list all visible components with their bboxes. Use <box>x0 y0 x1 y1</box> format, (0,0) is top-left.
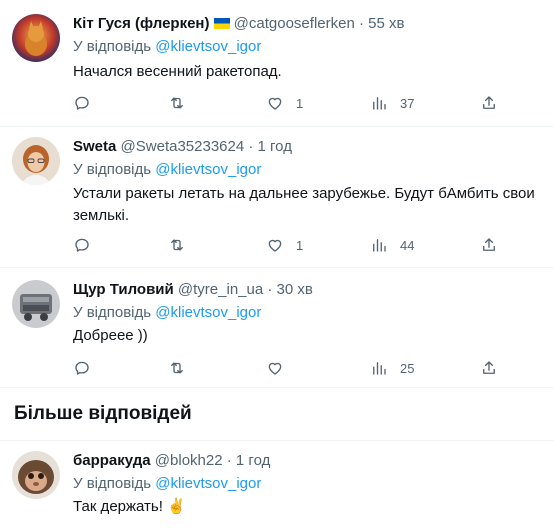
timestamp[interactable]: 55 хв <box>368 15 404 32</box>
share-button[interactable] <box>480 93 498 113</box>
tweet-actions: 1 44 <box>73 235 503 255</box>
like-count: 1 <box>296 237 304 253</box>
avatar[interactable] <box>12 137 60 185</box>
retweet-icon <box>171 362 183 374</box>
more-replies-heading: Більше відповідей <box>14 403 192 424</box>
views-button[interactable]: 37 <box>370 93 414 113</box>
tweet[interactable]: Sweta @Sweta35233624 · 1 год У відповідь… <box>0 127 554 268</box>
views-count: 44 <box>400 237 415 253</box>
views-button[interactable]: 25 <box>370 358 414 378</box>
reply-button[interactable] <box>73 358 91 378</box>
retweet-button[interactable] <box>168 93 186 113</box>
reply-prefix: У відповідь <box>73 304 152 321</box>
like-icon <box>268 239 282 252</box>
share-button[interactable] <box>480 358 498 378</box>
reply-prefix: У відповідь <box>73 475 152 492</box>
tweet-text: Начался весенний ракетопад. <box>73 63 282 80</box>
author-name[interactable]: Кіт Гуся (флеркен) <box>73 15 210 32</box>
separator-dot: · <box>267 281 273 298</box>
retweet-button[interactable] <box>168 358 186 378</box>
tweet[interactable]: Кіт Гуся (флеркен) @catgooseflerken · 55… <box>0 0 554 127</box>
tweet-actions: 25 <box>73 358 503 378</box>
reply-context: У відповідь @klievtsov_igor <box>73 303 261 323</box>
author-handle[interactable]: @Sweta35233624 <box>121 138 245 155</box>
separator-dot: · <box>358 15 364 32</box>
separator-dot: · <box>226 452 232 469</box>
share-button[interactable] <box>480 235 498 255</box>
author-handle[interactable]: @catgooseflerken <box>234 15 355 32</box>
separator-dot: · <box>248 138 254 155</box>
avatar[interactable] <box>12 14 60 62</box>
views-icon <box>373 97 386 110</box>
ukraine-flag-icon <box>213 18 230 29</box>
avatar[interactable] <box>12 280 60 328</box>
reply-button[interactable] <box>73 93 91 113</box>
reply-context: У відповідь @klievtsov_igor <box>73 160 261 180</box>
timestamp[interactable]: 30 хв <box>277 281 313 298</box>
timestamp[interactable]: 1 год <box>258 138 292 155</box>
tweet[interactable]: барракуда @blokh22 · 1 год У відповідь @… <box>0 441 554 528</box>
like-icon <box>268 97 282 110</box>
author-handle[interactable]: @tyre_in_ua <box>178 281 263 298</box>
views-count: 37 <box>400 95 415 111</box>
reply-prefix: У відповідь <box>73 161 152 178</box>
reply-mention-link[interactable]: @klievtsov_igor <box>155 161 261 178</box>
reply-icon <box>75 361 89 375</box>
views-count: 25 <box>400 360 415 376</box>
timestamp[interactable]: 1 год <box>236 452 270 469</box>
avatar[interactable] <box>12 451 60 499</box>
reply-icon <box>75 96 89 110</box>
tweet-text: Устали ракеты летать на дальнее зарубежь… <box>73 185 535 224</box>
tweet-text: Добреее )) <box>73 327 148 344</box>
tweet-actions: 1 37 <box>73 93 503 113</box>
author-name[interactable]: Щур Тиловий <box>73 281 174 298</box>
share-icon <box>483 361 495 374</box>
author-name[interactable]: Sweta <box>73 138 116 155</box>
retweet-icon <box>171 239 183 251</box>
tweet-text: Так держать! ✌️ <box>73 498 186 515</box>
author-name[interactable]: барракуда <box>73 452 151 469</box>
reply-mention-link[interactable]: @klievtsov_igor <box>155 475 261 492</box>
reply-context: У відповідь @klievtsov_igor <box>73 37 261 57</box>
reply-button[interactable] <box>73 235 91 255</box>
reply-mention-link[interactable]: @klievtsov_igor <box>155 38 261 55</box>
views-button[interactable]: 44 <box>370 235 414 255</box>
reply-prefix: У відповідь <box>73 38 152 55</box>
share-icon <box>483 238 495 251</box>
like-button[interactable] <box>266 358 284 378</box>
retweet-icon <box>171 97 183 109</box>
like-count: 1 <box>296 95 304 111</box>
share-icon <box>483 96 495 109</box>
retweet-button[interactable] <box>168 235 186 255</box>
reply-icon <box>75 238 89 252</box>
tweet[interactable]: Щур Тиловий @tyre_in_ua · 30 хв У відпов… <box>0 268 554 388</box>
author-handle[interactable]: @blokh22 <box>155 452 223 469</box>
like-button[interactable]: 1 <box>266 235 303 255</box>
reply-mention-link[interactable]: @klievtsov_igor <box>155 304 261 321</box>
views-icon <box>373 239 386 252</box>
views-icon <box>373 362 386 375</box>
reply-context: У відповідь @klievtsov_igor <box>73 474 261 494</box>
like-button[interactable]: 1 <box>266 93 303 113</box>
like-icon <box>268 362 282 375</box>
